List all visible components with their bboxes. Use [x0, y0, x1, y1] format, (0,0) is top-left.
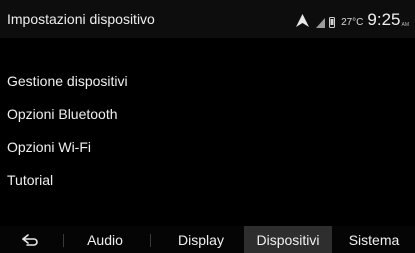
tab-dispositivi[interactable]: Dispositivi — [244, 226, 332, 253]
header-bar: Impostazioni dispositivo 27°C 9:25 AM — [0, 0, 415, 38]
temperature: 27°C — [341, 17, 364, 28]
status-bar: 27°C 9:25 AM — [295, 6, 409, 28]
page-title: Impostazioni dispositivo — [7, 11, 155, 27]
device-settings-screen: Impostazioni dispositivo 27°C 9:25 AM Ge… — [0, 0, 415, 253]
clock: 9:25 — [367, 10, 401, 29]
tab-divider — [150, 234, 151, 247]
menu-item-gestione-dispositivi[interactable]: Gestione dispositivi — [0, 64, 415, 97]
settings-menu: Gestione dispositivi Opzioni Bluetooth O… — [0, 64, 415, 196]
bottom-tab-bar: Audio Display Dispositivi Sistema — [0, 226, 415, 253]
menu-item-opzioni-bluetooth[interactable]: Opzioni Bluetooth — [0, 97, 415, 130]
tab-audio[interactable]: Audio — [68, 226, 142, 253]
back-arrow-icon — [22, 233, 38, 246]
tab-display[interactable]: Display — [158, 226, 244, 253]
back-button[interactable] — [0, 226, 60, 253]
clock-ampm: AM — [401, 22, 410, 28]
navigation-logo-icon — [296, 14, 310, 27]
signal-icon — [316, 18, 326, 28]
tab-sistema[interactable]: Sistema — [334, 226, 414, 253]
tab-divider — [63, 234, 64, 247]
menu-item-tutorial[interactable]: Tutorial — [0, 163, 415, 196]
menu-item-opzioni-wifi[interactable]: Opzioni Wi-Fi — [0, 130, 415, 163]
phone-icon — [329, 17, 336, 28]
